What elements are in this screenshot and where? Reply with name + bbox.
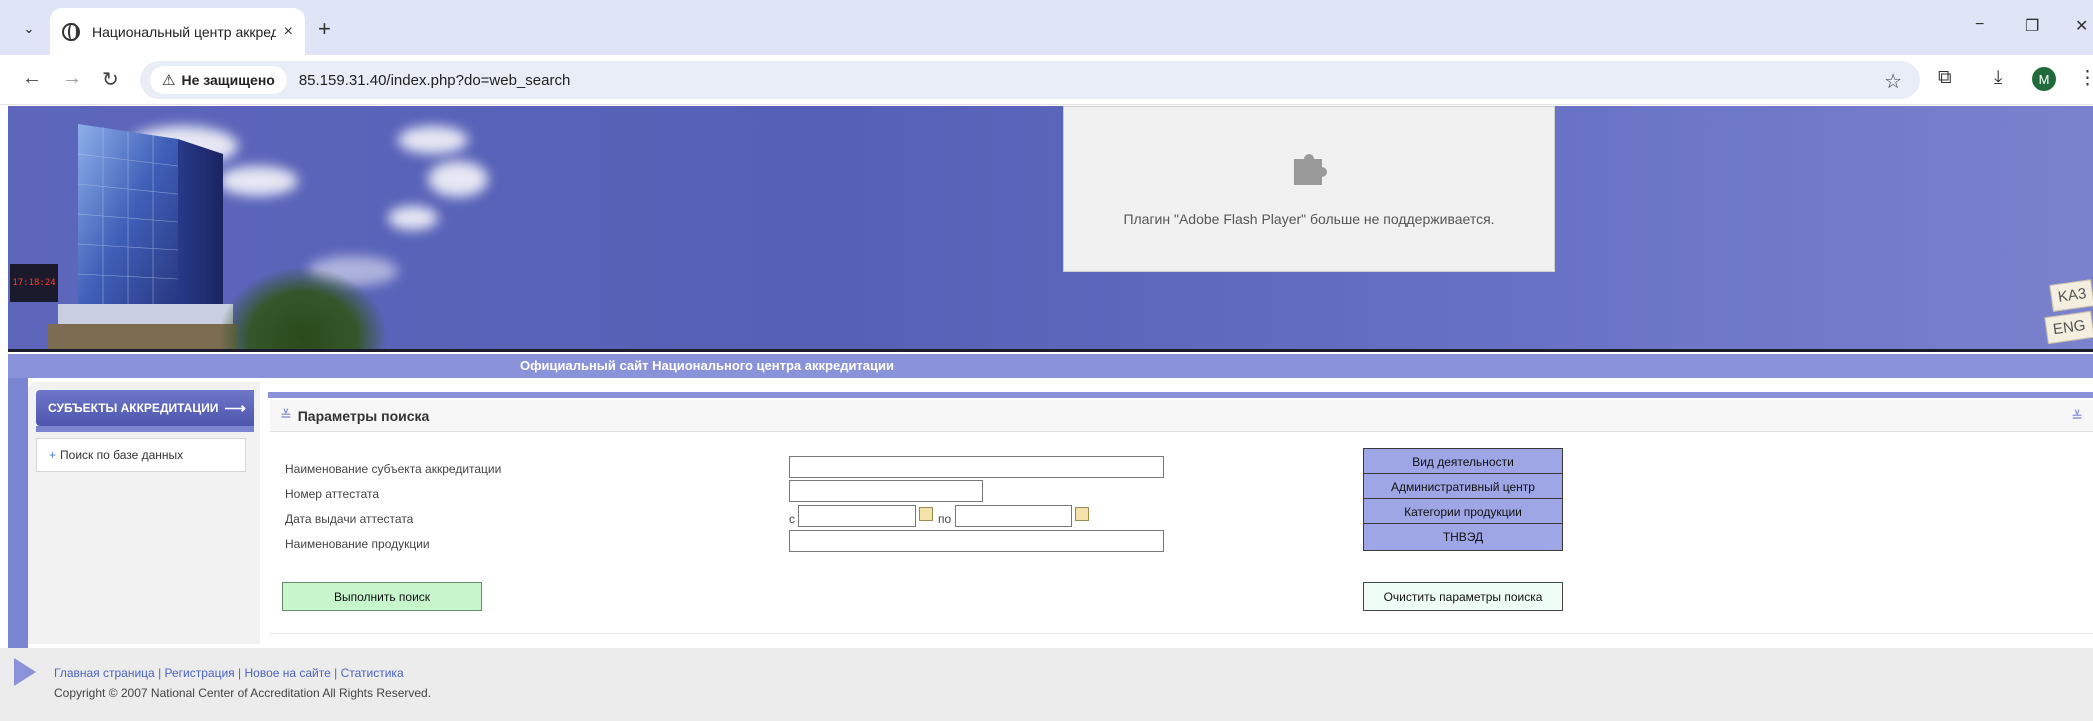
browser-tab-bar: ⌄ Национальный центр аккредитации × + − … (0, 0, 2093, 55)
extensions-icon[interactable]: ⧉ (1938, 67, 1952, 89)
sidebar: СУБЪЕКТЫ АККРЕДИТАЦИИ ⟶ + Поиск по базе … (28, 382, 260, 644)
tab-close-icon[interactable]: × (284, 23, 293, 41)
footer: Главная страница | Регистрация | Новое н… (0, 648, 2093, 721)
certificate-number-input[interactable] (789, 480, 983, 502)
arrow-right-icon: ⟶ (224, 400, 246, 417)
date-to-label: по (938, 512, 952, 526)
address-bar[interactable]: ⚠ Не защищено 85.159.31.40/index.php?do=… (140, 61, 1920, 99)
bookmark-star-icon[interactable]: ☆ (1884, 69, 1902, 94)
globe-icon (62, 22, 80, 41)
product-name-label: Наименование продукции (285, 537, 430, 551)
flash-message: Плагин "Adobe Flash Player" больше не по… (1123, 211, 1495, 227)
tnved-button[interactable]: ТНВЭД (1363, 523, 1563, 551)
footer-link-registration[interactable]: Регистрация (165, 666, 235, 680)
building-image (48, 124, 238, 349)
product-name-input[interactable] (789, 530, 1164, 552)
sidebar-item-label: Поиск по базе данных (60, 448, 184, 462)
tab-title: Национальный центр аккредитации (92, 23, 276, 40)
search-panel-header[interactable]: ≚ Параметры поиска ≚ (270, 400, 2093, 432)
cloud-decoration (428, 161, 488, 197)
main-top-bar (268, 392, 2093, 398)
menu-dots-icon[interactable]: ⋮ (2078, 67, 2093, 90)
double-chevron-down-icon[interactable]: ≚ (2071, 408, 2083, 425)
clock-display: 17:18:24 (10, 264, 58, 302)
issue-date-label: Дата выдачи аттестата (285, 512, 414, 526)
panel-title: Параметры поиска (297, 407, 430, 424)
minimize-button[interactable]: − (1975, 16, 1984, 34)
footer-links: Главная страница | Регистрация | Новое н… (54, 666, 404, 680)
double-chevron-down-icon[interactable]: ≚ (280, 407, 292, 424)
copyright-text: Copyright © 2007 National Center of Accr… (54, 686, 432, 700)
sidebar-item-database-search[interactable]: + Поиск по базе данных (36, 438, 246, 472)
left-rail (8, 378, 28, 648)
footer-link-statistics[interactable]: Статистика (341, 666, 404, 680)
language-en-button[interactable]: ENG (2044, 310, 2093, 345)
sidebar-header-underline (36, 426, 254, 432)
banner-divider (8, 349, 2093, 352)
cloud-decoration (388, 206, 438, 230)
subject-name-input[interactable] (789, 456, 1164, 478)
sidebar-header-label: СУБЪЕКТЫ АККРЕДИТАЦИИ (48, 401, 219, 415)
reload-icon[interactable]: ↻ (102, 67, 119, 92)
flash-placeholder[interactable]: Плагин "Adobe Flash Player" больше не по… (1063, 106, 1555, 272)
plus-icon: + (49, 448, 57, 462)
forward-arrow-icon[interactable]: → (62, 67, 82, 90)
back-arrow-icon[interactable]: ← (22, 67, 42, 90)
tree-decoration (218, 266, 388, 349)
search-form: Наименование субъекта аккредитации Номер… (270, 432, 2093, 634)
restore-button[interactable]: ❐ (2025, 16, 2039, 36)
cloud-decoration (398, 126, 468, 154)
download-icon[interactable]: ⤓ (1994, 67, 2002, 89)
security-label: Не защищено (181, 72, 275, 88)
product-categories-button[interactable]: Категории продукции (1363, 498, 1563, 526)
web-page: 17:18:24 Плагин "Adobe Flash Player" бол… (0, 106, 2093, 721)
header-banner: 17:18:24 Плагин "Adobe Flash Player" бол… (8, 106, 2093, 349)
warning-icon: ⚠ (162, 72, 176, 89)
date-from-label: с (789, 512, 795, 526)
admin-center-button[interactable]: Административный центр (1363, 473, 1563, 501)
footer-link-home[interactable]: Главная страница (54, 666, 155, 680)
subject-name-label: Наименование субъекта аккредитации (285, 462, 502, 476)
calendar-icon[interactable] (1075, 507, 1089, 521)
browser-toolbar: ← → ↻ ⚠ Не защищено 85.159.31.40/index.p… (0, 55, 2093, 105)
footer-arrow-icon (14, 658, 36, 686)
search-button[interactable]: Выполнить поиск (282, 582, 482, 611)
profile-avatar[interactable]: M (2032, 67, 2056, 91)
site-title-bar: Официальный сайт Национального центра ак… (8, 354, 2093, 378)
url-text[interactable]: 85.159.31.40/index.php?do=web_search (299, 72, 570, 89)
site-title: Официальный сайт Национального центра ак… (520, 358, 895, 373)
date-from-input[interactable] (798, 505, 916, 527)
date-to-input[interactable] (955, 505, 1072, 527)
puzzle-plugin-icon (1294, 154, 1327, 185)
security-badge[interactable]: ⚠ Не защищено (150, 66, 287, 94)
tab-search-chevron-icon[interactable]: ⌄ (18, 18, 40, 40)
new-tab-button[interactable]: + (318, 16, 331, 42)
certificate-number-label: Номер аттестата (285, 487, 380, 501)
language-kz-button[interactable]: KA3 (2048, 279, 2093, 312)
sidebar-header[interactable]: СУБЪЕКТЫ АККРЕДИТАЦИИ ⟶ (36, 390, 254, 426)
calendar-icon[interactable] (919, 507, 933, 521)
close-window-button[interactable]: ✕ (2075, 16, 2088, 36)
clear-search-button[interactable]: Очистить параметры поиска (1363, 582, 1563, 611)
footer-link-whats-new[interactable]: Новое на сайте (244, 666, 330, 680)
activity-type-button[interactable]: Вид деятельности (1363, 448, 1563, 476)
browser-tab[interactable]: Национальный центр аккредитации × (50, 8, 305, 55)
